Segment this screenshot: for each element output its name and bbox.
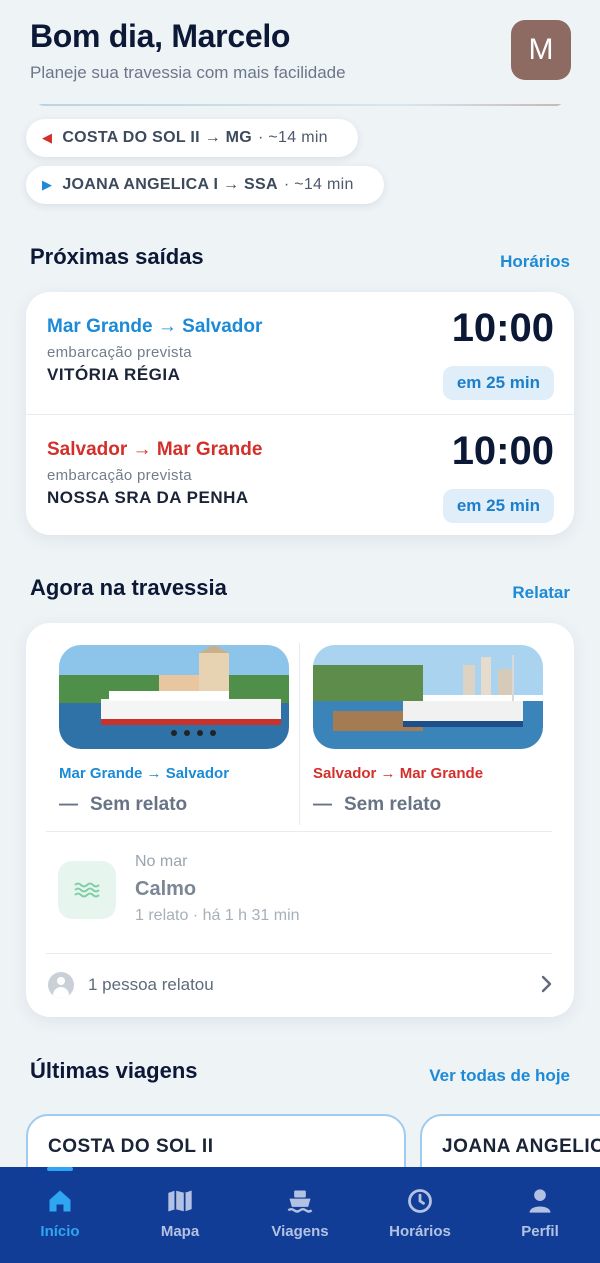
ferry-icon (287, 1190, 313, 1213)
schedules-link[interactable]: Horários (500, 252, 570, 272)
map-icon (168, 1190, 192, 1212)
app-header: Bom dia, Marcelo Planeje sua travessia c… (0, 0, 600, 104)
dash-icon: — (59, 794, 78, 815)
departure-row[interactable]: Salvador → Mar Grande embarcação previst… (26, 414, 574, 536)
nav-label: Perfil (521, 1223, 559, 1240)
terminal-mar-grande[interactable]: Mar Grande → Salvador — Sem relato (59, 645, 289, 816)
active-indicator (47, 1167, 73, 1171)
greeting-title: Bom dia, Marcelo (30, 18, 291, 54)
trips-title: Últimas viagens (30, 1058, 198, 1083)
greeting-subtitle: Planeje sua travessia com mais facilidad… (30, 63, 346, 82)
nav-label: Início (40, 1223, 80, 1240)
dash-icon: — (313, 794, 332, 815)
departures-card: Mar Grande → Salvador embarcação previst… (26, 292, 574, 535)
chip-eta: · ~14 min (258, 129, 328, 146)
departure-time: 10:00 (451, 306, 554, 350)
nav-profile[interactable]: Perfil (480, 1167, 600, 1263)
terminal-salvador[interactable]: Salvador → Mar Grande — Sem relato (313, 645, 543, 816)
departure-countdown-badge: em 25 min (442, 366, 554, 400)
nav-home[interactable]: Início (0, 1167, 120, 1263)
departures-title: Próximas saídas (30, 244, 204, 269)
person-icon (529, 1189, 551, 1213)
chip-eta: · ~14 min (283, 176, 354, 193)
terminal-route: Mar Grande → Salvador (59, 765, 230, 782)
column-divider (299, 643, 300, 825)
nav-label: Viagens (271, 1223, 329, 1240)
crossing-title: Agora na travessia (30, 575, 227, 600)
nav-schedules[interactable]: Horários (360, 1167, 480, 1263)
person-icon (48, 972, 74, 998)
vessel-chip-joana-angelica[interactable]: ▶ JOANA ANGELICA I → SSA · ~14 min (26, 166, 384, 204)
sea-condition: Calmo (135, 878, 197, 900)
chevron-right-icon (541, 975, 552, 993)
home-icon (49, 1190, 71, 1212)
terminal-photo (313, 645, 543, 749)
sea-label: No mar (135, 853, 188, 870)
arrow-right-icon: ▶ (42, 177, 53, 192)
nav-label: Mapa (160, 1223, 200, 1240)
departure-countdown-badge: em 25 min (442, 489, 554, 523)
terminal-photo (59, 645, 289, 749)
waves-icon (58, 861, 116, 919)
nav-label: Horários (389, 1223, 451, 1240)
nav-map[interactable]: Mapa (120, 1167, 240, 1263)
terminal-status: — Sem relato (59, 794, 188, 815)
nav-trips[interactable]: Viagens (240, 1167, 360, 1263)
divider (46, 831, 552, 832)
sea-report-meta: 1 relato · há 1 h 31 min (135, 907, 300, 924)
divider (46, 953, 552, 954)
reporters-row[interactable]: 1 pessoa relatou (48, 970, 554, 1000)
chip-vessel-label: COSTA DO SOL II → MG (62, 129, 253, 146)
terminal-route: Salvador → Mar Grande (313, 765, 484, 782)
terminal-status: — Sem relato (313, 794, 442, 815)
chip-vessel-label: JOANA ANGELICA I → SSA (62, 176, 278, 193)
departure-time: 10:00 (451, 429, 554, 473)
see-all-link[interactable]: Ver todas de hoje (429, 1066, 570, 1086)
bottom-nav: Início Mapa Viagens Horários Perfil (0, 1167, 600, 1263)
arrow-left-icon: ◀ (42, 130, 53, 145)
report-link[interactable]: Relatar (512, 583, 570, 603)
departure-row[interactable]: Mar Grande → Salvador embarcação previst… (26, 292, 574, 414)
reporters-text: 1 pessoa relatou (88, 975, 214, 994)
clock-icon (408, 1189, 432, 1213)
crossing-card: Mar Grande → Salvador — Sem relato Salvad… (26, 623, 574, 1017)
vessel-chip-costa-do-sol[interactable]: ◀ COSTA DO SOL II → MG · ~14 min (26, 119, 358, 157)
avatar[interactable]: M (511, 20, 571, 80)
